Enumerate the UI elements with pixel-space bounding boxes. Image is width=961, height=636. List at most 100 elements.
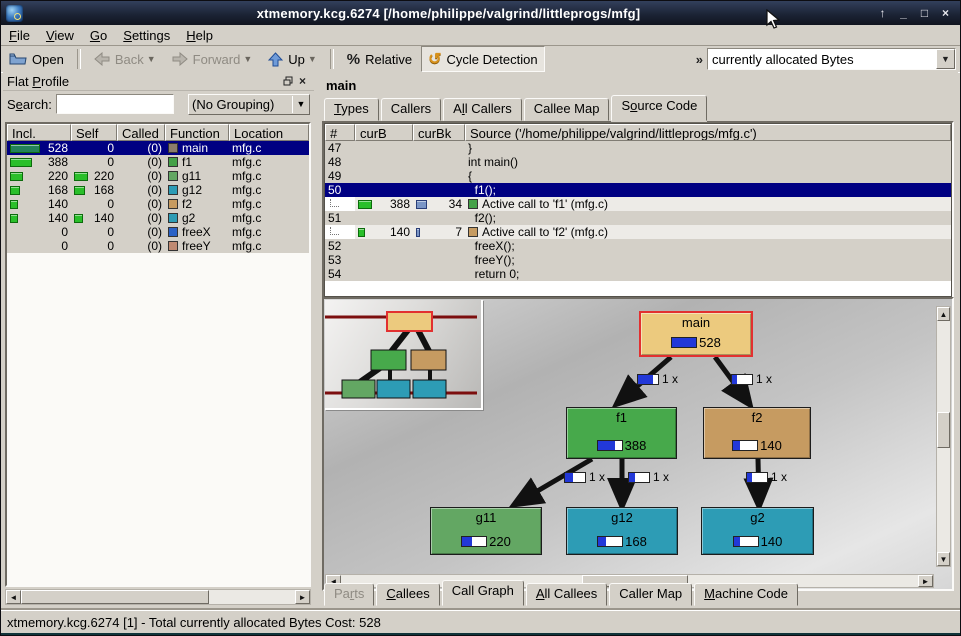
table-row[interactable]: 220 220 (0) g11 mfg.c	[7, 169, 309, 183]
window-title: xtmemory.kcg.6274 [/home/philippe/valgri…	[23, 6, 874, 21]
menu-help[interactable]: Help	[178, 27, 221, 44]
table-row[interactable]: 0 0 (0) freeX mfg.c	[7, 225, 309, 239]
up-button[interactable]: Up▼	[261, 49, 324, 70]
status-bar: xtmemory.kcg.6274 [1] - Total currently …	[1, 610, 960, 633]
close-button[interactable]: ×	[937, 5, 954, 21]
source-call-line[interactable]: 140 7 Active call to 'f2' (mfg.c)	[325, 225, 951, 239]
column-header-curbk[interactable]: curBk	[413, 124, 465, 141]
source-line[interactable]: 53 freeY();	[325, 253, 951, 267]
table-row[interactable]: 528 0 (0) main mfg.c	[7, 141, 309, 155]
menu-go[interactable]: Go	[82, 27, 115, 44]
tab-types[interactable]: Types	[324, 98, 379, 121]
table-row[interactable]: 388 0 (0) f1 mfg.c	[7, 155, 309, 169]
tab-callers[interactable]: Callers	[381, 98, 441, 121]
shade-button[interactable]: ↑	[874, 5, 891, 21]
column-header-source[interactable]: Source ('/home/philippe/valgrind/littlep…	[465, 124, 951, 141]
column-header-location[interactable]: Location	[229, 124, 309, 141]
title-bar[interactable]: xtmemory.kcg.6274 [/home/philippe/valgri…	[1, 1, 960, 25]
table-row[interactable]: 0 0 (0) freeY mfg.c	[7, 239, 309, 253]
dock-float-icon[interactable]	[280, 74, 295, 88]
table-row[interactable]: 140 0 (0) f2 mfg.c	[7, 197, 309, 211]
graph-node-g11[interactable]: g11 220	[430, 507, 542, 555]
tab-all-callees[interactable]: All Callees	[526, 583, 607, 606]
source-line[interactable]: 48int main()	[325, 155, 951, 169]
tab-all-callers[interactable]: All Callers	[443, 98, 522, 121]
graph-node-main[interactable]: main 528	[639, 311, 753, 357]
scrollbar-thumb[interactable]	[21, 590, 209, 604]
open-button[interactable]: Open	[2, 49, 71, 70]
event-type-combobox[interactable]: currently allocated Bytes ▼	[707, 48, 956, 70]
tab-machine-code[interactable]: Machine Code	[694, 583, 798, 606]
flat-profile-hscrollbar[interactable]: ◄ ►	[5, 589, 311, 605]
source-line[interactable]: 51 f2();	[325, 211, 951, 225]
tab-callees[interactable]: Callees	[376, 583, 439, 606]
graph-node-g12[interactable]: g12 168	[566, 507, 678, 555]
column-header-self[interactable]: Self	[71, 124, 117, 141]
graph-node-g2[interactable]: g2 140	[701, 507, 814, 555]
tab-call-graph[interactable]: Call Graph	[442, 580, 524, 606]
call-graph-view[interactable]: main 528 f1 388 f2 140 g11 220 g12 168 g…	[322, 297, 954, 591]
edge-cost-bar	[564, 472, 586, 483]
table-row[interactable]: 168 168 (0) g12 mfg.c	[7, 183, 309, 197]
menu-settings[interactable]: Settings	[115, 27, 178, 44]
dock-title-bar[interactable]: Flat Profile ×	[3, 72, 314, 91]
source-line[interactable]: 47}	[325, 141, 951, 155]
function-color-swatch	[468, 199, 478, 209]
graph-overview-map[interactable]	[325, 300, 483, 410]
flat-profile-dock: Flat Profile × Search: (No Grouping) ▼ I…	[3, 72, 314, 609]
minimize-button[interactable]: _	[895, 5, 912, 21]
table-row[interactable]: 140 140 (0) g2 mfg.c	[7, 211, 309, 225]
grouping-dropdown-icon[interactable]: ▼	[292, 96, 309, 113]
menu-view[interactable]: View	[38, 27, 82, 44]
relative-button[interactable]: % Relative	[340, 48, 419, 71]
curb-bar	[358, 228, 365, 237]
incl-bar	[10, 186, 20, 195]
tab-source-code[interactable]: Source Code	[611, 95, 707, 121]
column-header-curb[interactable]: curB	[355, 124, 413, 141]
edge-cost-bar	[628, 472, 650, 483]
tab-callee-map[interactable]: Callee Map	[524, 98, 610, 121]
menu-file[interactable]: File	[1, 27, 38, 44]
up-dropdown-icon[interactable]: ▼	[308, 54, 317, 64]
edge-label-main-f1: 1 x	[637, 372, 678, 386]
node-label: g2	[750, 510, 764, 525]
source-call-line[interactable]: 388 34 Active call to 'f1' (mfg.c)	[325, 197, 951, 211]
graph-overview-drawing	[325, 300, 477, 404]
combobox-dropdown-icon[interactable]: ▼	[936, 49, 955, 69]
curb-bar	[358, 200, 372, 209]
maximize-button[interactable]: □	[916, 5, 933, 21]
scroll-right-icon[interactable]: ►	[295, 590, 310, 604]
grouping-combobox[interactable]: (No Grouping) ▼	[188, 94, 310, 115]
column-header-function[interactable]: Function	[165, 124, 229, 141]
scroll-up-icon[interactable]: ▲	[937, 307, 950, 321]
column-header-line[interactable]: #	[325, 124, 355, 141]
app-icon[interactable]	[6, 5, 23, 22]
source-line[interactable]: 54 return 0;	[325, 267, 951, 281]
forward-button[interactable]: Forward▼	[165, 49, 260, 70]
incl-bar	[10, 200, 18, 209]
source-line[interactable]: 49{	[325, 169, 951, 183]
scroll-right-icon[interactable]: ►	[918, 575, 933, 587]
back-button[interactable]: Back▼	[87, 49, 163, 70]
search-row: Search: (No Grouping) ▼	[3, 91, 314, 117]
edge-label-f1-g12: 1 x	[628, 470, 669, 484]
dock-close-icon[interactable]: ×	[295, 74, 310, 88]
search-input[interactable]	[56, 94, 174, 114]
tab-caller-map[interactable]: Caller Map	[609, 583, 692, 606]
source-line-selected[interactable]: 50 f1();	[325, 183, 951, 197]
forward-dropdown-icon[interactable]: ▼	[243, 54, 252, 64]
cycle-detection-button[interactable]: ↺ Cycle Detection	[421, 46, 544, 72]
graph-node-f2[interactable]: f2 140	[703, 407, 811, 459]
cycle-arrow-icon: ↺	[428, 49, 441, 69]
scroll-down-icon[interactable]: ▼	[937, 552, 950, 566]
scrollbar-thumb[interactable]	[937, 412, 950, 448]
column-header-incl[interactable]: Incl.	[7, 124, 71, 141]
graph-node-f1[interactable]: f1 388	[566, 407, 677, 459]
back-dropdown-icon[interactable]: ▼	[147, 54, 156, 64]
scroll-left-icon[interactable]: ◄	[6, 590, 21, 604]
toolbar-overflow-chevron[interactable]: »	[692, 52, 707, 67]
node-label: f1	[616, 410, 627, 425]
column-header-called[interactable]: Called	[117, 124, 165, 141]
source-line[interactable]: 52 freeX();	[325, 239, 951, 253]
graph-vscrollbar[interactable]: ▲ ▼	[936, 306, 951, 567]
